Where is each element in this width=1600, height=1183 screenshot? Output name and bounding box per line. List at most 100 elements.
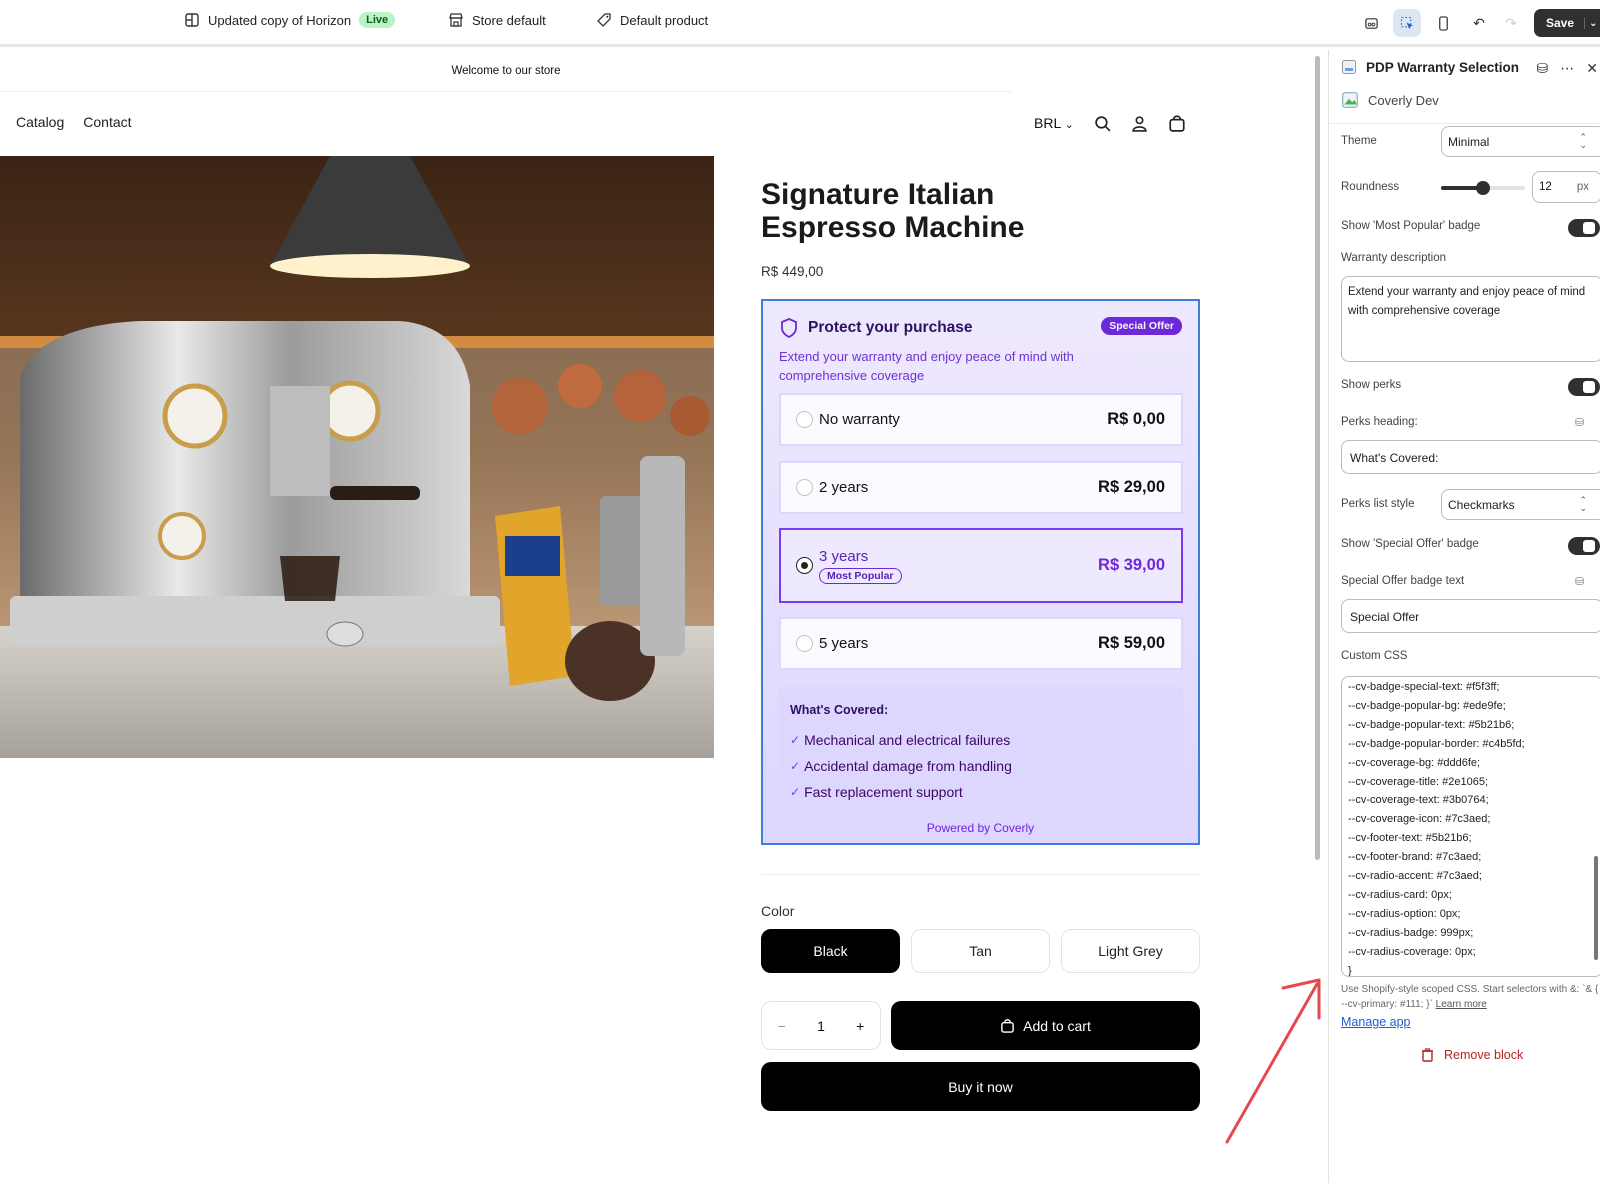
qty-value[interactable]: 1 <box>817 1018 825 1034</box>
learn-more-link[interactable]: Learn more <box>1436 999 1487 1010</box>
check-icon: ✓ <box>790 759 801 773</box>
coverage-item-text: Accidental damage from handling <box>804 758 1012 774</box>
qty-plus-button[interactable]: + <box>856 1018 864 1034</box>
manage-app-link[interactable]: Manage app <box>1341 1015 1411 1029</box>
radio-button[interactable] <box>796 635 813 652</box>
main-nav: Catalog Contact <box>16 114 132 130</box>
layout-icon <box>185 13 199 27</box>
database-icon[interactable]: ⛁ <box>1537 60 1549 77</box>
store-label: Store default <box>472 12 546 28</box>
popular-badge-label: Show 'Most Popular' badge <box>1341 220 1481 232</box>
divider <box>761 874 1200 875</box>
special-badge-toggle[interactable] <box>1568 537 1600 555</box>
close-icon[interactable]: ✕ <box>1586 60 1598 77</box>
custom-css-editor[interactable]: --cv-badge-special-text: #f5f3ff; --cv-ba… <box>1341 676 1600 977</box>
color-option-black[interactable]: Black <box>761 929 900 973</box>
radio-button-selected[interactable] <box>796 557 813 574</box>
database-icon[interactable]: ⛁ <box>1575 575 1584 588</box>
preview-scrollbar[interactable] <box>1315 56 1320 860</box>
mobile-preview-button[interactable] <box>1429 9 1457 37</box>
css-line: } <box>1348 964 1352 977</box>
perks-heading-label: Perks heading: <box>1341 416 1418 428</box>
warranty-option-selected[interactable]: 3 years Most Popular R$ 39,00 <box>779 528 1183 603</box>
divider <box>1329 123 1600 124</box>
save-button[interactable]: Save ⌄ <box>1534 9 1600 37</box>
buy-now-button[interactable]: Buy it now <box>761 1062 1200 1111</box>
warranty-description-label: Warranty description <box>1341 252 1447 264</box>
panel-header-actions: ⛁ ⋯ ✕ <box>1537 60 1598 77</box>
theme-selector[interactable]: Updated copy of Horizon Live <box>184 12 396 28</box>
warranty-option[interactable]: 5 years R$ 59,00 <box>779 617 1183 670</box>
css-line: --cv-badge-popular-bg: #ede9fe; <box>1348 699 1506 712</box>
product-image <box>0 156 714 758</box>
roundness-slider-thumb[interactable] <box>1476 181 1490 195</box>
remove-block-label: Remove block <box>1444 1048 1524 1062</box>
theme-select[interactable]: Minimal ⌃ ⌄ <box>1441 126 1600 157</box>
show-perks-toggle[interactable] <box>1568 378 1600 396</box>
nav-item-catalog[interactable]: Catalog <box>16 114 64 130</box>
coverage-item-text: Fast replacement support <box>804 784 963 800</box>
search-icon[interactable] <box>1094 115 1111 132</box>
app-name: Coverly Dev <box>1368 92 1439 108</box>
product-selector[interactable]: Default product <box>596 12 708 28</box>
currency-label: BRL <box>1034 115 1061 131</box>
redo-button[interactable]: ↷ <box>1497 9 1525 37</box>
warranty-option-label: 3 years <box>819 547 869 565</box>
currency-selector[interactable]: BRL ⌄ <box>1034 115 1074 131</box>
remove-block-button[interactable]: Remove block <box>1421 1048 1523 1062</box>
powered-by-link[interactable]: Powered by Coverly <box>763 821 1198 835</box>
chevron-down-icon: ⌄ <box>1064 119 1074 131</box>
undo-button[interactable]: ↶ <box>1465 9 1493 37</box>
inspector-button[interactable] <box>1357 9 1385 37</box>
cart-icon[interactable] <box>1168 114 1186 132</box>
redo-icon: ↷ <box>1505 14 1517 31</box>
popular-badge-toggle[interactable] <box>1568 219 1600 237</box>
roundness-input[interactable]: 12 px <box>1532 171 1600 203</box>
show-perks-label: Show perks <box>1341 379 1402 391</box>
warranty-option[interactable]: No warranty R$ 0,00 <box>779 393 1183 446</box>
block-title: PDP Warranty Selection <box>1366 59 1520 75</box>
color-option-tan[interactable]: Tan <box>911 929 1050 973</box>
database-icon[interactable]: ⛁ <box>1575 416 1584 429</box>
add-to-cart-button[interactable]: Add to cart <box>891 1001 1200 1050</box>
warranty-option[interactable]: 2 years R$ 29,00 <box>779 461 1183 514</box>
more-icon[interactable]: ⋯ <box>1560 60 1574 77</box>
perks-style-label: Perks list style <box>1341 498 1415 510</box>
css-line: --cv-radius-coverage: 0px; <box>1348 945 1476 958</box>
radio-button[interactable] <box>796 479 813 496</box>
product-label: Default product <box>620 12 709 28</box>
account-icon[interactable] <box>1131 115 1148 132</box>
coverage-item: ✓ Accidental damage from handling <box>790 753 1172 779</box>
live-badge: Live <box>359 12 396 28</box>
warranty-option-price: R$ 59,00 <box>1098 634 1165 652</box>
product-price: R$ 449,00 <box>761 264 824 279</box>
perks-style-value: Checkmarks <box>1448 498 1515 512</box>
css-line: --cv-coverage-title: #2e1065; <box>1348 775 1489 788</box>
warranty-option-text: 3 years Most Popular <box>819 548 902 584</box>
store-selector[interactable]: Store default <box>448 12 546 28</box>
select-tool-button[interactable] <box>1393 9 1421 37</box>
special-text-field[interactable]: Special Offer <box>1341 599 1600 633</box>
chevron-down-icon[interactable]: ⌄ <box>1584 17 1597 29</box>
css-scrollbar[interactable] <box>1594 856 1598 960</box>
block-icon <box>1342 60 1356 74</box>
warranty-description: Extend your warranty and enjoy peace of … <box>779 349 1074 383</box>
perks-style-select[interactable]: Checkmarks ⌃ ⌄ <box>1441 489 1600 520</box>
announcement-bar: Welcome to our store <box>0 50 1012 92</box>
coverage-item: ✓ Fast replacement support <box>790 779 1172 805</box>
nav-item-contact[interactable]: Contact <box>83 114 131 130</box>
special-text-label: Special Offer badge text <box>1341 575 1465 587</box>
css-line: --cv-radius-card: 0px; <box>1348 888 1452 901</box>
roundness-slider[interactable] <box>1441 181 1525 195</box>
color-option-light-grey[interactable]: Light Grey <box>1061 929 1200 973</box>
product-title: Signature Italian Espresso Machine <box>761 178 1025 244</box>
css-line: --cv-radius-badge: 999px; <box>1348 926 1474 939</box>
css-lines: --cv-badge-special-text: #f5f3ff; --cv-ba… <box>1342 677 1600 977</box>
perks-heading-field[interactable]: What's Covered: <box>1341 440 1600 474</box>
roundness-value: 12 <box>1539 181 1552 193</box>
radio-button[interactable] <box>796 411 813 428</box>
coverage-item: ✓ Mechanical and electrical failures <box>790 727 1172 753</box>
warranty-description-field[interactable]: Extend your warranty and enjoy peace of … <box>1341 276 1600 362</box>
qty-minus-button[interactable]: − <box>778 1018 786 1034</box>
css-line: --cv-footer-text: #5b21b6; <box>1348 832 1472 845</box>
